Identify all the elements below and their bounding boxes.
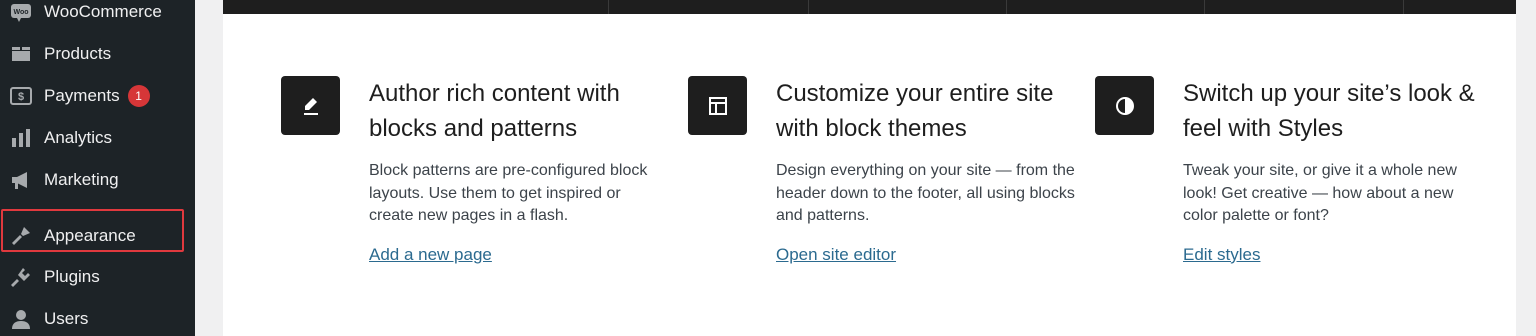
contrast-icon: [1095, 76, 1154, 135]
feature-description: Tweak your site, or give it a whole new …: [1183, 162, 1457, 224]
sidebar-item-analytics[interactable]: Analytics: [0, 118, 195, 158]
sidebar-item-label: Payments: [44, 86, 120, 105]
feature-description: Design everything on your site — from th…: [776, 162, 1075, 224]
notification-badge: 1: [127, 85, 150, 107]
appearance-icon: [10, 225, 32, 247]
sidebar-item-marketing[interactable]: Marketing: [0, 160, 195, 200]
pencil-icon: [281, 76, 340, 135]
layout-icon: [688, 76, 747, 135]
sidebar-item-products[interactable]: Products: [0, 34, 195, 74]
banner-divider: [1006, 0, 1007, 14]
sidebar-item-label: Products: [44, 44, 112, 63]
sidebar-item-label: Marketing: [44, 170, 119, 189]
sidebar-item-woocommerce[interactable]: Woo WooCommerce: [0, 0, 195, 32]
sidebar-item-users[interactable]: Users: [0, 299, 195, 336]
feature-description: Block patterns are pre-configured block …: [369, 162, 648, 224]
analytics-icon: [10, 127, 32, 149]
feature-title: Customize your entire site with block th…: [776, 80, 1054, 142]
banner-divider: [1403, 0, 1404, 14]
banner-divider: [808, 0, 809, 14]
edit-styles-link[interactable]: Edit styles: [1183, 245, 1260, 265]
sidebar-item-label: WooCommerce: [44, 2, 162, 21]
add-new-page-link[interactable]: Add a new page: [369, 245, 492, 265]
woocommerce-icon: Woo: [10, 1, 32, 23]
users-icon: [10, 308, 32, 330]
banner-divider: [608, 0, 609, 14]
sidebar-item-plugins[interactable]: Plugins: [0, 257, 195, 297]
welcome-banner: [223, 0, 1516, 14]
sidebar-item-label: Appearance: [44, 226, 136, 245]
sidebar-item-payments[interactable]: $ Payments 1: [0, 76, 195, 116]
wp-admin-screen: Woo WooCommerce Products $ Payments 1 An…: [0, 0, 1536, 336]
sidebar-item-label: Analytics: [44, 128, 113, 147]
marketing-icon: [10, 169, 32, 191]
feature-title: Switch up your site’s look & feel with S…: [1183, 80, 1475, 142]
main-content: Author rich content with blocks and patt…: [195, 0, 1536, 336]
svg-text:$: $: [18, 91, 24, 103]
sidebar-item-appearance[interactable]: Appearance: [0, 216, 195, 256]
welcome-panel: Author rich content with blocks and patt…: [223, 0, 1516, 336]
sidebar-item-label: Plugins: [44, 267, 100, 286]
plugins-icon: [10, 266, 32, 288]
admin-sidebar: Woo WooCommerce Products $ Payments 1 An…: [0, 0, 195, 336]
payments-icon: $: [10, 85, 32, 107]
svg-text:Woo: Woo: [13, 9, 28, 16]
products-icon: [10, 43, 32, 65]
feature-title: Author rich content with blocks and patt…: [369, 80, 620, 142]
banner-divider: [1204, 0, 1205, 14]
open-site-editor-link[interactable]: Open site editor: [776, 245, 896, 265]
sidebar-item-label: Users: [44, 309, 89, 328]
